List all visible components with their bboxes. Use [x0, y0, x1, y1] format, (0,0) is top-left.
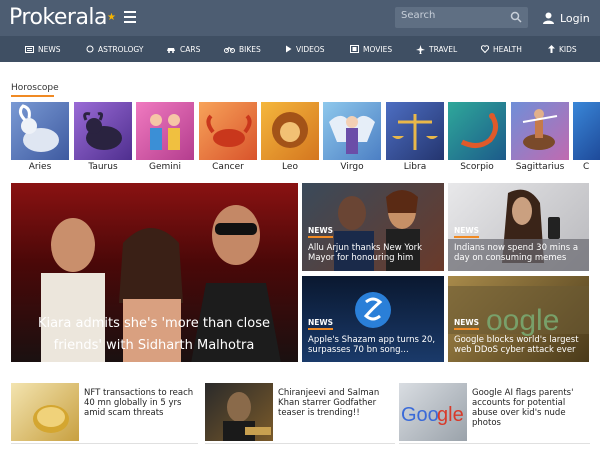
row-divider — [399, 443, 590, 444]
heading-underline — [11, 95, 54, 97]
news-badge-2: NEWS — [454, 226, 480, 238]
bike-icon — [224, 46, 235, 53]
ram-icon — [18, 104, 59, 152]
scales-icon — [392, 114, 438, 150]
zodiac-cancer[interactable] — [199, 102, 257, 160]
small-thumb-1 — [11, 383, 79, 441]
horoscope-heading[interactable]: Horoscope — [11, 83, 59, 93]
lion-icon — [272, 112, 308, 148]
bull-icon — [83, 112, 122, 150]
small-news-2[interactable]: Chiranjeevi and Salman Khan starrer Godf… — [205, 383, 395, 441]
zodiac-label-sagittarius[interactable]: Sagittarius — [511, 162, 569, 172]
sun-icon — [86, 45, 94, 53]
nav-cars[interactable]: CARS — [166, 36, 200, 62]
zodiac-aries[interactable] — [11, 102, 69, 160]
zodiac-label-aries[interactable]: Aries — [11, 162, 69, 172]
maiden-icon — [329, 115, 375, 154]
nav-astrology[interactable]: ASTROLOGY — [86, 36, 143, 62]
menu-icon[interactable] — [124, 11, 136, 23]
site-logo[interactable]: Prokerala★ — [9, 3, 116, 33]
nft-coin-icon — [33, 405, 69, 433]
zodiac-scorpio[interactable] — [448, 102, 506, 160]
archer-icon — [522, 109, 558, 150]
nav-videos[interactable]: VIDEOS — [285, 36, 325, 62]
logo-star-icon: ★ — [107, 12, 116, 23]
car-icon — [167, 47, 175, 53]
zodiac-label-gemini[interactable]: Gemini — [136, 162, 194, 172]
scorpion-icon — [460, 113, 498, 148]
small-news-1[interactable]: NFT transactions to reach 40 mn globally… — [11, 383, 198, 441]
nav-travel[interactable]: TRAVEL — [416, 36, 457, 62]
small-news-3[interactable]: Goo gle Google AI flags parents' accounts… — [399, 383, 590, 441]
news-badge-3: NEWS — [308, 318, 334, 330]
zodiac-label-cancer[interactable]: Cancer — [199, 162, 257, 172]
user-icon — [543, 12, 554, 24]
row-divider — [11, 443, 198, 444]
zodiac-label-capricorn[interactable]: C — [573, 162, 600, 172]
login-button[interactable]: Login — [543, 10, 590, 26]
svg-text:Goo: Goo — [401, 404, 439, 426]
news-caption-2[interactable]: Indians now spend 30 mins a day on consu… — [454, 243, 586, 263]
news-card-1[interactable]: NEWS Allu Arjun thanks New York Mayor fo… — [302, 183, 444, 271]
news-caption-1[interactable]: Allu Arjun thanks New York Mayor for hon… — [308, 243, 440, 263]
news-card-2[interactable]: NEWS Indians now spend 30 mins a day on … — [448, 183, 589, 271]
category-nav: NEWS ASTROLOGY CARS BIKES VIDEOS MOVIES … — [0, 36, 600, 62]
svg-text:gle: gle — [437, 404, 464, 426]
login-label: Login — [560, 11, 590, 25]
nav-movies[interactable]: MOVIES — [350, 36, 392, 62]
nav-health[interactable]: HEALTH — [481, 36, 522, 62]
zodiac-capricorn[interactable] — [573, 102, 600, 160]
zodiac-label-virgo[interactable]: Virgo — [323, 162, 381, 172]
zodiac-label-leo[interactable]: Leo — [261, 162, 319, 172]
small-news-text-1[interactable]: NFT transactions to reach 40 mn globally… — [84, 388, 202, 418]
zodiac-label-libra[interactable]: Libra — [386, 162, 444, 172]
small-thumb-2 — [205, 383, 273, 441]
play-icon — [286, 45, 292, 53]
news-badge-4: NEWS — [454, 318, 480, 330]
search-placeholder: Search — [401, 10, 436, 21]
svg-text:oogle: oogle — [486, 304, 559, 337]
featured-story-card[interactable]: Kiara admits she's 'more than close frie… — [11, 183, 298, 362]
nav-kids[interactable]: KIDS — [548, 36, 577, 62]
news-badge-1: NEWS — [308, 226, 334, 238]
featured-caption[interactable]: Kiara admits she's 'more than close frie… — [20, 313, 288, 357]
zodiac-label-taurus[interactable]: Taurus — [74, 162, 132, 172]
small-news-text-2[interactable]: Chiranjeevi and Salman Khan starrer Godf… — [278, 388, 394, 418]
zodiac-sagittarius[interactable] — [511, 102, 569, 160]
top-header: Prokerala★ Search Login — [0, 0, 600, 36]
nav-news[interactable]: NEWS — [25, 36, 61, 62]
twins-icon — [150, 114, 180, 150]
news-card-4[interactable]: oogle NEWS Google blocks world's largest… — [448, 276, 589, 362]
godfather-poster — [223, 392, 271, 441]
newspaper-icon — [25, 45, 34, 53]
small-news-text-3[interactable]: Google AI flags parents' accounts for po… — [472, 388, 593, 428]
logo-text: Prokerala — [9, 5, 108, 30]
zodiac-gemini[interactable] — [136, 102, 194, 160]
search-icon[interactable] — [510, 11, 522, 23]
news-card-3[interactable]: NEWS Apple's Shazam app turns 20, surpas… — [302, 276, 444, 362]
kids-icon — [548, 45, 555, 53]
zodiac-label-scorpio[interactable]: Scorpio — [448, 162, 506, 172]
small-thumb-3: Goo gle — [399, 383, 467, 441]
news-caption-4[interactable]: Google blocks world's largest web DDoS c… — [454, 335, 586, 355]
crab-icon — [206, 114, 252, 147]
plane-icon — [416, 44, 425, 54]
nav-bikes[interactable]: BIKES — [224, 36, 261, 62]
row-divider — [205, 443, 395, 444]
zodiac-taurus[interactable] — [74, 102, 132, 160]
search-input[interactable]: Search — [395, 7, 528, 28]
health-icon — [481, 45, 489, 53]
google-logo-photo: Google — [401, 404, 464, 426]
zodiac-libra[interactable] — [386, 102, 444, 160]
zodiac-leo[interactable] — [261, 102, 319, 160]
zodiac-virgo[interactable] — [323, 102, 381, 160]
film-icon — [350, 45, 359, 53]
news-caption-3[interactable]: Apple's Shazam app turns 20, surpasses 7… — [308, 335, 440, 355]
